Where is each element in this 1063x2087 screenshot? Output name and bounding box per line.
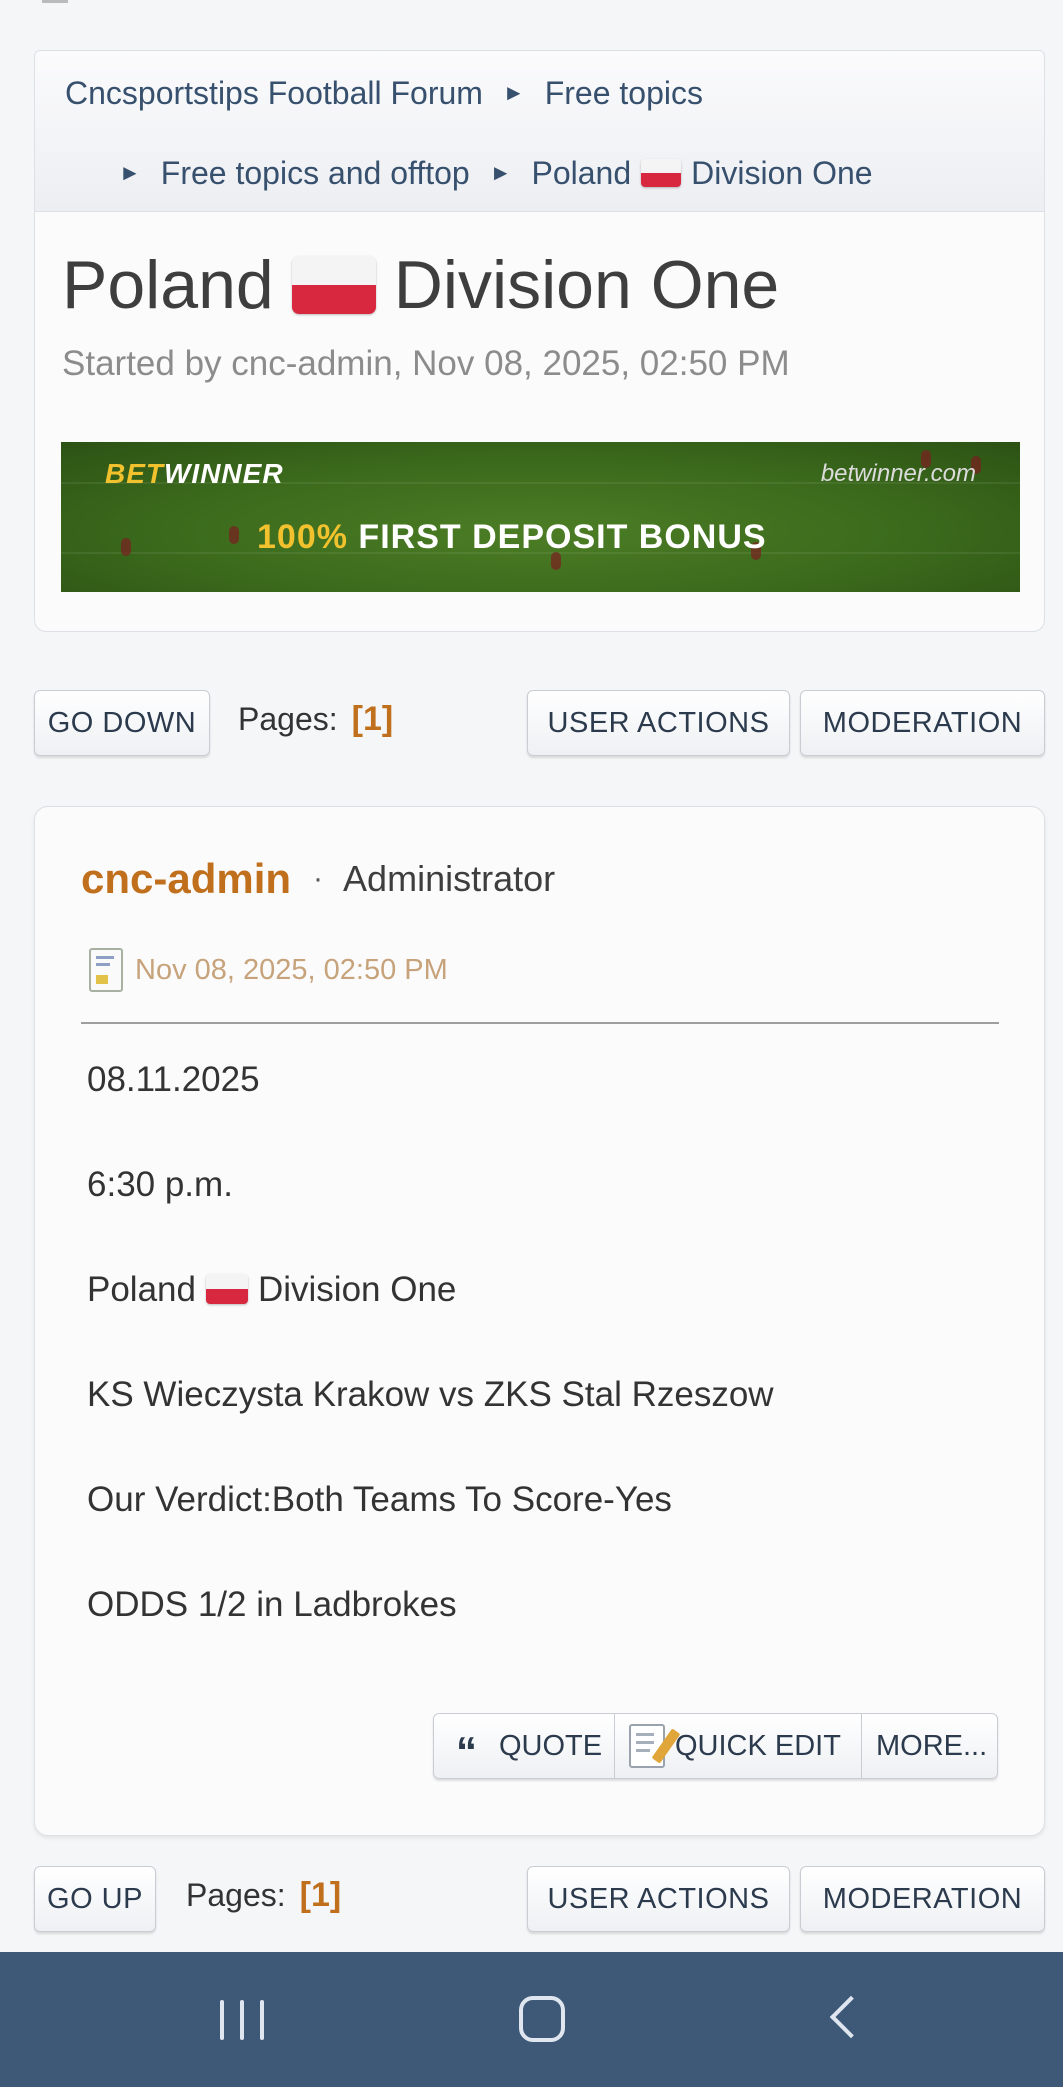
quick-edit-button[interactable]: QUICK EDIT bbox=[615, 1714, 862, 1778]
top-strip bbox=[0, 0, 1063, 50]
breadcrumb-arrow-icon: ► bbox=[502, 80, 525, 105]
quote-button[interactable]: “ QUOTE bbox=[434, 1714, 615, 1778]
breadcrumb-current-topic-link[interactable]: Poland Division One bbox=[532, 155, 873, 192]
page-title: Poland Division One bbox=[62, 240, 779, 330]
breadcrumb-arrow-icon: ► bbox=[119, 160, 141, 185]
post-action-bar: “ QUOTE QUICK EDIT MORE... bbox=[433, 1713, 998, 1779]
pages-label: Pages: bbox=[186, 1876, 286, 1913]
poland-flag-icon bbox=[641, 159, 682, 187]
breadcrumb-offtop-link[interactable]: Free topics and offtop bbox=[161, 155, 470, 192]
post-line-date: 08.11.2025 bbox=[87, 1060, 260, 1099]
post-line-league: Poland Division One bbox=[87, 1270, 987, 1375]
breadcrumb: Cncsportstips Football Forum ► Free topi… bbox=[34, 50, 1045, 212]
moderation-button-bottom[interactable]: MODERATION bbox=[800, 1866, 1045, 1932]
go-up-button[interactable]: GO UP bbox=[34, 1866, 156, 1932]
poland-flag-icon bbox=[205, 1274, 248, 1304]
system-nav-bar bbox=[0, 1952, 1063, 2087]
pages-label: Pages: bbox=[238, 700, 338, 737]
title-part1: Poland bbox=[62, 247, 274, 323]
breadcrumb-row-1: Cncsportstips Football Forum ► Free topi… bbox=[65, 71, 703, 115]
banner-site: betwinner.com bbox=[820, 460, 976, 487]
edit-icon bbox=[629, 1724, 681, 1768]
go-down-button[interactable]: GO DOWN bbox=[34, 690, 210, 756]
document-icon bbox=[89, 948, 123, 992]
started-by: Started by cnc-admin, Nov 08, 2025, 02:5… bbox=[62, 344, 790, 383]
breadcrumb-arrow-icon: ► bbox=[489, 160, 512, 185]
moderation-button[interactable]: MODERATION bbox=[800, 690, 1045, 756]
banner-promo: 100% FIRST DEPOSIT BONUS bbox=[257, 518, 767, 556]
separator-dot: · bbox=[313, 862, 324, 895]
current-page-link[interactable]: [1] bbox=[300, 1876, 342, 1915]
page: Cncsportstips Football Forum ► Free topi… bbox=[0, 0, 1063, 2087]
post: cnc-admin · Administrator Nov 08, 2025, … bbox=[34, 806, 1045, 1836]
quick-edit-label: QUICK EDIT bbox=[675, 1729, 841, 1762]
author-name-link[interactable]: cnc-admin bbox=[81, 855, 291, 903]
league-part2: Division One bbox=[257, 1270, 457, 1309]
back-icon[interactable] bbox=[829, 1995, 873, 2039]
post-body: 08.11.2025 6:30 p.m. Poland Division One… bbox=[87, 1060, 987, 1690]
title-part2: Division One bbox=[393, 247, 780, 323]
post-line-time: 6:30 p.m. bbox=[87, 1165, 233, 1204]
post-line-verdict: Our Verdict:Both Teams To Score-Yes bbox=[87, 1480, 672, 1519]
banner-brand-logo: BETWINNER bbox=[105, 458, 284, 489]
post-date: Nov 08, 2025, 02:50 PM bbox=[135, 953, 448, 986]
divider bbox=[81, 1022, 999, 1024]
recents-icon[interactable] bbox=[220, 2000, 264, 2040]
more-button[interactable]: MORE... bbox=[862, 1714, 997, 1778]
quote-icon: “ bbox=[456, 1728, 477, 1775]
author-role: Administrator bbox=[343, 858, 556, 899]
breadcrumb-free-topics-link[interactable]: Free topics bbox=[545, 75, 703, 112]
post-author-line: cnc-admin · Administrator bbox=[81, 849, 555, 909]
pagination: Pages: [1] bbox=[238, 686, 393, 752]
user-actions-button[interactable]: USER ACTIONS bbox=[527, 690, 790, 756]
post-line-match: KS Wieczysta Krakow vs ZKS Stal Rzeszow bbox=[87, 1375, 774, 1414]
user-actions-button-bottom[interactable]: USER ACTIONS bbox=[527, 1866, 790, 1932]
pagination-bottom: Pages: [1] bbox=[186, 1862, 341, 1928]
post-line-odds: ODDS 1/2 in Ladbrokes bbox=[87, 1585, 457, 1624]
current-page-link[interactable]: [1] bbox=[352, 700, 394, 739]
breadcrumb-row-2: ► Free topics and offtop ► Poland Divisi… bbox=[85, 151, 873, 195]
post-date-link[interactable]: Nov 08, 2025, 02:50 PM bbox=[89, 947, 448, 993]
ad-banner[interactable]: BETWINNER betwinner.com 100% FIRST DEPOS… bbox=[61, 442, 1020, 592]
breadcrumb-topic-part2: Division One bbox=[691, 154, 873, 191]
breadcrumb-forum-link[interactable]: Cncsportstips Football Forum bbox=[65, 75, 483, 112]
quote-label: QUOTE bbox=[499, 1729, 603, 1762]
home-icon[interactable] bbox=[519, 1996, 565, 2042]
topic-header: Poland Division One Started by cnc-admin… bbox=[34, 212, 1045, 632]
breadcrumb-topic-part1: Poland bbox=[531, 154, 632, 191]
poland-flag-icon bbox=[291, 256, 376, 314]
menu-edge bbox=[42, 0, 68, 3]
league-part1: Poland bbox=[87, 1270, 196, 1309]
